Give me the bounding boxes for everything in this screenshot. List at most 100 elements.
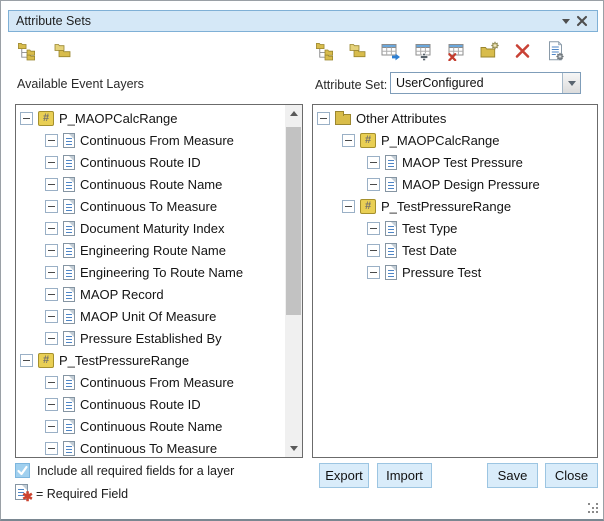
layer-icon (38, 111, 54, 126)
tree-item-continuous-to-measure[interactable]: Continuous To Measure (16, 195, 285, 217)
tree-item-label: MAOP Record (80, 287, 164, 302)
new-attribute-set-folder-icon[interactable] (480, 41, 500, 61)
collapse-toggle-icon[interactable] (45, 266, 58, 279)
collapse-toggle-icon[interactable] (45, 398, 58, 411)
collapse-toggle-icon[interactable] (367, 222, 380, 235)
layer-icon (360, 199, 376, 214)
attribute-set-dropdown[interactable]: UserConfigured (390, 72, 581, 94)
tree-item-test-date[interactable]: Test Date (313, 239, 597, 261)
collapse-toggle-icon[interactable] (367, 266, 380, 279)
resize-grip[interactable] (588, 503, 599, 514)
tree-item-label: MAOP Unit Of Measure (80, 309, 216, 324)
tree-item-p-testpressurerange[interactable]: P_TestPressureRange (313, 195, 597, 217)
collapse-toggle-icon[interactable] (45, 332, 58, 345)
tree-item-label: MAOP Design Pressure (402, 177, 540, 192)
tree-item-continuous-to-measure[interactable]: Continuous To Measure (16, 437, 285, 458)
collapse-toggle-icon[interactable] (317, 112, 330, 125)
tree-item-continuous-route-name[interactable]: Continuous Route Name (16, 415, 285, 437)
collapse-toggle-icon[interactable] (45, 244, 58, 257)
tree-item-maop-design-pressure[interactable]: MAOP Design Pressure (313, 173, 597, 195)
add-attribute-layers-icon[interactable] (315, 41, 335, 61)
include-required-fields-checkbox[interactable] (15, 463, 30, 478)
save-button[interactable]: Save (487, 463, 538, 488)
collapse-toggle-icon[interactable] (45, 178, 58, 191)
add-table-icon[interactable] (414, 41, 434, 61)
field-icon (63, 375, 75, 390)
collapse-toggle-icon[interactable] (45, 420, 58, 433)
collapse-toggle-icon[interactable] (45, 134, 58, 147)
tree-item-continuous-route-id[interactable]: Continuous Route ID (16, 151, 285, 173)
open-folder-icon[interactable] (53, 41, 73, 61)
tree-item-continuous-route-id[interactable]: Continuous Route ID (16, 393, 285, 415)
left-toolbar (17, 41, 73, 61)
tree-item-p-maopcalcrange[interactable]: P_MAOPCalcRange (313, 129, 597, 151)
collapse-toggle-icon[interactable] (45, 310, 58, 323)
tree-item-test-type[interactable]: Test Type (313, 217, 597, 239)
collapse-toggle-icon[interactable] (45, 156, 58, 169)
tree-item-label: MAOP Test Pressure (402, 155, 523, 170)
field-icon (63, 287, 75, 302)
tree-item-label: Continuous Route Name (80, 419, 222, 434)
tree-item-engineering-to-route-name[interactable]: Engineering To Route Name (16, 261, 285, 283)
tree-item-label: Document Maturity Index (80, 221, 225, 236)
close-button[interactable]: Close (545, 463, 598, 488)
field-icon (63, 243, 75, 258)
layer-icon (38, 353, 54, 368)
scrollbar-thumb[interactable] (286, 127, 301, 315)
export-table-icon[interactable] (381, 41, 401, 61)
right-toolbar (315, 41, 566, 61)
tree-item-continuous-from-measure[interactable]: Continuous From Measure (16, 371, 285, 393)
collapse-toggle-icon[interactable] (367, 244, 380, 257)
collapse-toggle-icon[interactable] (342, 200, 355, 213)
collapse-toggle-icon[interactable] (367, 156, 380, 169)
configure-report-icon[interactable] (546, 41, 566, 61)
tree-item-maop-record[interactable]: MAOP Record (16, 283, 285, 305)
tree-item-label: Pressure Test (402, 265, 481, 280)
collapse-toggle-icon[interactable] (45, 222, 58, 235)
import-button[interactable]: Import (377, 463, 432, 488)
available-layers-panel: P_MAOPCalcRangeContinuous From MeasureCo… (15, 104, 303, 458)
delete-icon[interactable] (513, 41, 533, 61)
tree-item-p-maopcalcrange[interactable]: P_MAOPCalcRange (16, 107, 285, 129)
collapse-toggle-icon[interactable] (342, 134, 355, 147)
add-event-layers-icon[interactable] (17, 41, 37, 61)
export-button[interactable]: Export (319, 463, 369, 488)
collapse-toggle-icon[interactable] (367, 178, 380, 191)
collapse-toggle-icon[interactable] (45, 376, 58, 389)
collapse-arrow-icon[interactable] (558, 13, 574, 29)
field-icon (385, 177, 397, 192)
tree-item-engineering-route-name[interactable]: Engineering Route Name (16, 239, 285, 261)
tree-item-pressure-test[interactable]: Pressure Test (313, 261, 597, 283)
tree-item-other-attributes[interactable]: Other Attributes (313, 107, 597, 129)
titlebar[interactable]: Attribute Sets (8, 10, 598, 32)
dialog-title: Attribute Sets (16, 14, 558, 28)
tree-item-document-maturity-index[interactable]: Document Maturity Index (16, 217, 285, 239)
dropdown-arrow-icon[interactable] (562, 73, 580, 93)
vertical-scrollbar[interactable] (285, 105, 302, 457)
open-attribute-folder-icon[interactable] (348, 41, 368, 61)
tree-item-continuous-from-measure[interactable]: Continuous From Measure (16, 129, 285, 151)
close-icon[interactable] (574, 13, 590, 29)
layer-icon (360, 133, 376, 148)
remove-table-icon[interactable] (447, 41, 467, 61)
tree-item-label: P_MAOPCalcRange (59, 111, 178, 126)
field-icon (63, 177, 75, 192)
tree-item-pressure-established-by[interactable]: Pressure Established By (16, 327, 285, 349)
collapse-toggle-icon[interactable] (45, 288, 58, 301)
tree-item-maop-test-pressure[interactable]: MAOP Test Pressure (313, 151, 597, 173)
collapse-toggle-icon[interactable] (45, 442, 58, 455)
scroll-down-icon[interactable] (285, 440, 302, 457)
tree-item-continuous-route-name[interactable]: Continuous Route Name (16, 173, 285, 195)
scroll-up-icon[interactable] (285, 105, 302, 122)
attribute-set-dropdown-value: UserConfigured (391, 76, 562, 90)
tree-item-maop-unit-of-measure[interactable]: MAOP Unit Of Measure (16, 305, 285, 327)
field-icon (63, 199, 75, 214)
collapse-toggle-icon[interactable] (20, 112, 33, 125)
attribute-set-panel: Other AttributesP_MAOPCalcRange MAOP Test… (312, 104, 598, 458)
tree-item-label: P_TestPressureRange (59, 353, 189, 368)
collapse-toggle-icon[interactable] (45, 200, 58, 213)
field-icon (385, 265, 397, 280)
tree-item-label: Continuous From Measure (80, 133, 234, 148)
tree-item-p-testpressurerange[interactable]: P_TestPressureRange (16, 349, 285, 371)
collapse-toggle-icon[interactable] (20, 354, 33, 367)
